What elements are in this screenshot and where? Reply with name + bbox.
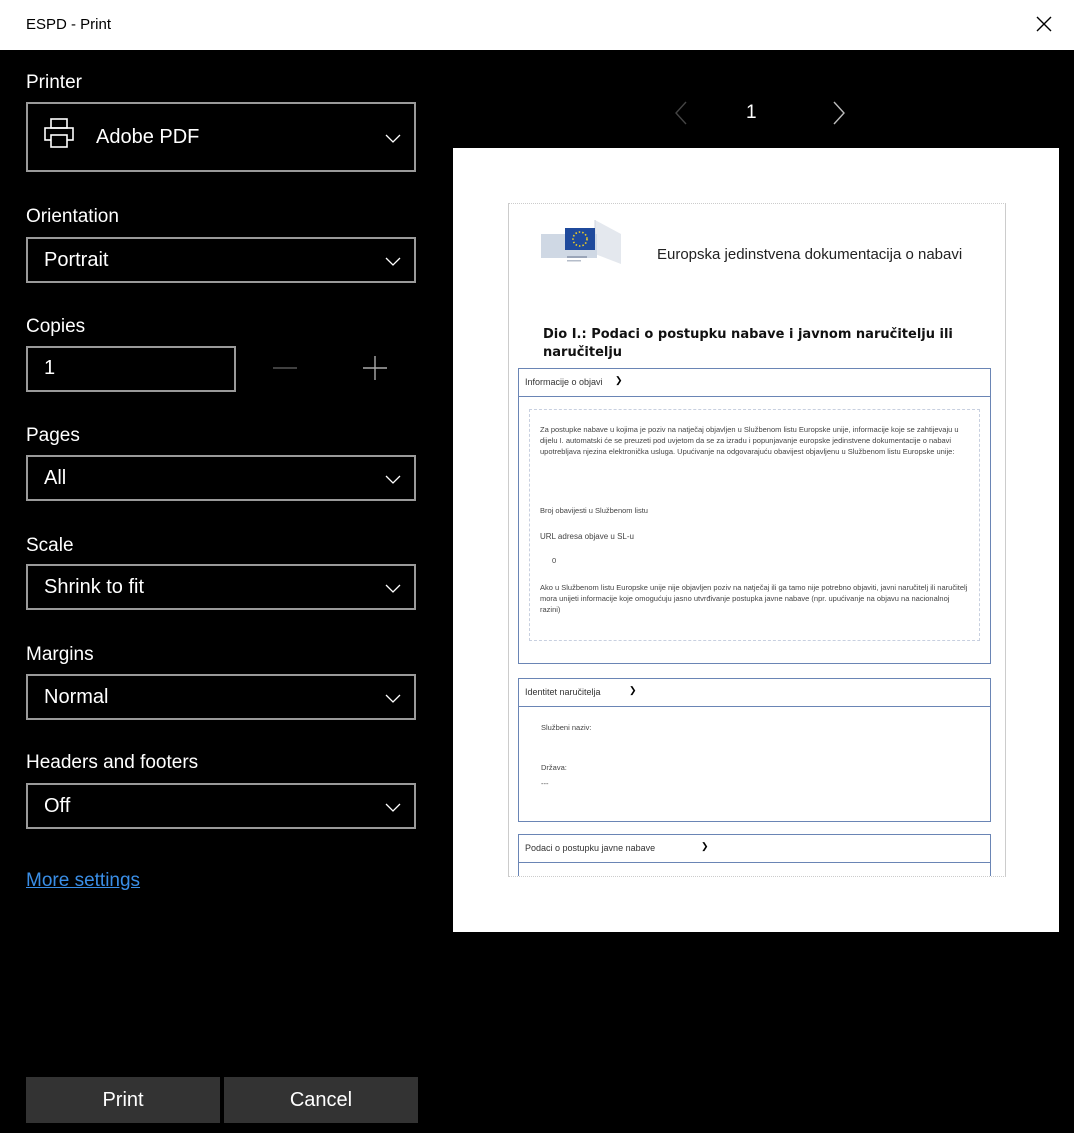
margins-select[interactable]: Normal (26, 674, 416, 720)
plus-icon (363, 356, 387, 380)
eu-commission-logo-icon (537, 214, 627, 278)
orientation-select[interactable]: Portrait (26, 237, 416, 283)
section-body: Za postupke nabave u kojima je poziv na … (529, 409, 980, 641)
pages-select[interactable]: All (26, 455, 416, 501)
caret-down-icon: ❯ (629, 685, 637, 695)
url-value: 0 (552, 556, 557, 565)
next-page-button[interactable] (828, 100, 850, 126)
close-icon (1036, 16, 1052, 32)
copies-label: Copies (26, 316, 86, 337)
orientation-value: Portrait (44, 249, 109, 271)
minus-icon (273, 367, 297, 369)
chevron-down-icon (384, 798, 402, 816)
close-button[interactable] (1032, 12, 1056, 36)
copies-value: 1 (44, 357, 56, 379)
headers-footers-label: Headers and footers (26, 752, 199, 773)
window-title: ESPD - Print (26, 16, 112, 33)
section-contracting-authority: Identitet naručitelja ❯ Službeni naziv: … (518, 678, 991, 822)
section-header[interactable]: Identitet naručitelja ❯ (519, 679, 990, 707)
printer-select[interactable]: Adobe PDF (26, 102, 416, 172)
page-number: 1 (746, 102, 757, 123)
headers-footers-value: Off (44, 795, 71, 817)
pages-value: All (44, 467, 67, 489)
caret-down-icon: ❯ (615, 375, 623, 385)
decrement-button[interactable] (270, 350, 300, 386)
country-label: Država: (541, 763, 567, 772)
section-header-label: Informacije o objavi (525, 377, 603, 387)
chevron-down-icon (384, 252, 402, 270)
previous-page-button[interactable] (670, 100, 692, 126)
print-button[interactable]: Print (26, 1077, 220, 1123)
print-preview-page: Europska jedinstvena dokumentacija o nab… (453, 148, 1059, 932)
chevron-down-icon (384, 579, 402, 597)
caret-down-icon: ❯ (701, 841, 709, 851)
notice-number-label: Broj obavijesti u Službenom listu (540, 506, 648, 515)
section-header-label: Podaci o postupku javne nabave (525, 843, 656, 853)
orientation-label: Orientation (26, 206, 119, 227)
page-navigator: 1 (660, 98, 860, 128)
chevron-left-icon (675, 101, 687, 125)
part-title: Dio I.: Podaci o postupku nabave i javno… (543, 327, 953, 360)
settings-panel: Printer Adobe PDF Orientation Portrait C… (0, 50, 445, 1133)
document-content: Europska jedinstvena dokumentacija o nab… (508, 203, 1006, 877)
section-procurement-procedure: Podaci o postupku javne nabave ❯ (518, 834, 991, 876)
printer-icon (42, 116, 76, 150)
section-notice-info: Informacije o objavi ❯ Za postupke nabav… (518, 368, 991, 664)
increment-button[interactable] (360, 350, 390, 386)
scale-select[interactable]: Shrink to fit (26, 564, 416, 610)
scale-value: Shrink to fit (44, 576, 145, 598)
margins-label: Margins (26, 644, 94, 665)
chevron-down-icon (384, 470, 402, 488)
section-header[interactable]: Informacije o objavi ❯ (519, 369, 990, 397)
margins-value: Normal (44, 686, 109, 708)
scale-label: Scale (26, 535, 74, 556)
official-name-label: Službeni naziv: (541, 723, 592, 732)
url-label: URL adresa objave u SL-u (540, 532, 634, 541)
document-title: Europska jedinstvena dokumentacija o nab… (657, 246, 963, 263)
printer-value: Adobe PDF (96, 126, 200, 148)
notice-paragraph: Za postupke nabave u kojima je poziv na … (540, 425, 959, 456)
chevron-right-icon (833, 101, 845, 125)
headers-footers-select[interactable]: Off (26, 783, 416, 829)
printer-label: Printer (26, 72, 82, 93)
country-value: --- (541, 779, 549, 788)
more-settings-link[interactable]: More settings (26, 870, 140, 892)
notice-paragraph-2: Ako u Službenom listu Europske unije nij… (540, 583, 968, 614)
title-bar: ESPD - Print (0, 0, 1074, 50)
cancel-button[interactable]: Cancel (224, 1077, 418, 1123)
section-header-label: Identitet naručitelja (525, 687, 601, 697)
chevron-down-icon (384, 129, 402, 147)
copies-input[interactable]: 1 (26, 346, 236, 392)
section-header[interactable]: Podaci o postupku javne nabave ❯ (519, 835, 990, 863)
chevron-down-icon (384, 689, 402, 707)
pages-label: Pages (26, 425, 80, 446)
